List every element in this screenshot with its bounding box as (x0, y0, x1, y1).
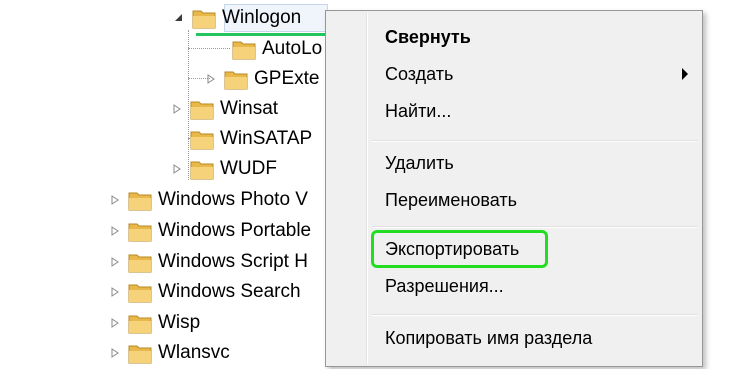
tree-item-label: Winsat (220, 98, 279, 119)
tree-item-gpextensions[interactable]: GPExte (204, 64, 319, 94)
tree-item-label: Wlansvc (158, 342, 230, 363)
context-menu: Свернуть Создать Найти... Удалить Переим… (325, 10, 703, 367)
menu-item-delete[interactable]: Удалить (385, 147, 454, 179)
folder-icon (128, 254, 152, 273)
tree-item-label: Windows Script H (158, 251, 308, 272)
collapsed-arrow-icon[interactable] (108, 285, 122, 299)
tree-item-label: Wisp (158, 312, 201, 333)
folder-icon (128, 315, 152, 334)
expanded-arrow-icon[interactable] (172, 11, 186, 25)
selection-underline (196, 33, 326, 36)
tree-item-autologon[interactable]: AutoLo (212, 34, 322, 64)
collapsed-arrow-icon[interactable] (108, 346, 122, 360)
tree-item-label: WUDF (220, 158, 277, 179)
registry-editor-view: Winlogon AutoLo GPExte Winsat WinSATAP W… (0, 0, 744, 369)
folder-icon (128, 284, 152, 303)
tree-item-label: AutoLo (262, 38, 323, 59)
menu-item-permissions[interactable]: Разрешения... (385, 270, 504, 302)
tree-item-windows-search[interactable]: Windows Search (108, 277, 301, 307)
menu-icon-gutter (366, 13, 368, 364)
folder-icon (190, 161, 214, 180)
folder-icon (128, 223, 152, 242)
tree-item-wlansvc[interactable]: Wlansvc (108, 338, 230, 368)
collapsed-arrow-icon[interactable] (108, 224, 122, 238)
submenu-arrow-icon (682, 68, 688, 80)
collapsed-arrow-icon[interactable] (170, 102, 184, 116)
menu-separator (372, 140, 698, 142)
collapsed-arrow-icon[interactable] (108, 193, 122, 207)
tree-item-wudf[interactable]: WUDF (170, 154, 277, 184)
folder-icon (192, 10, 216, 29)
collapsed-arrow-icon[interactable] (170, 162, 184, 176)
folder-icon (190, 131, 214, 150)
tree-item-winsat[interactable]: Winsat (170, 94, 278, 124)
tree-item-label: Windows Search (158, 281, 301, 302)
menu-item-new[interactable]: Создать (385, 58, 702, 90)
menu-item-collapse[interactable]: Свернуть (385, 21, 471, 53)
tree-item-windows-portable[interactable]: Windows Portable (108, 216, 311, 246)
tree-item-label: Winlogon (222, 7, 302, 28)
tree-item-label: GPExte (254, 68, 320, 89)
tree-item-label: Windows Portable (158, 220, 312, 241)
tree-item-winlogon[interactable]: Winlogon (172, 3, 301, 33)
collapsed-arrow-icon[interactable] (108, 255, 122, 269)
tree-item-wisp[interactable]: Wisp (108, 308, 200, 338)
export-highlight-frame (371, 230, 548, 268)
tree-item-label: WinSATAP (220, 128, 313, 149)
tree-expander-empty (212, 42, 226, 56)
menu-item-find[interactable]: Найти... (385, 95, 451, 127)
collapsed-arrow-icon[interactable] (204, 72, 218, 86)
menu-separator (372, 226, 698, 228)
tree-item-winsatapi[interactable]: WinSATAP (170, 124, 312, 154)
menu-item-copy-key-name[interactable]: Копировать имя раздела (385, 322, 592, 354)
folder-icon (128, 192, 152, 211)
tree-expander-empty (170, 132, 184, 146)
folder-icon (190, 101, 214, 120)
tree-item-windows-photo-viewer[interactable]: Windows Photo V (108, 185, 308, 215)
menu-item-rename[interactable]: Переименовать (385, 184, 517, 216)
folder-icon (224, 71, 248, 90)
folder-icon (128, 345, 152, 364)
tree-item-label: Windows Photo V (158, 189, 308, 210)
menu-separator (372, 314, 698, 316)
folder-icon (232, 41, 256, 60)
tree-item-windows-script-host[interactable]: Windows Script H (108, 247, 308, 277)
collapsed-arrow-icon[interactable] (108, 316, 122, 330)
